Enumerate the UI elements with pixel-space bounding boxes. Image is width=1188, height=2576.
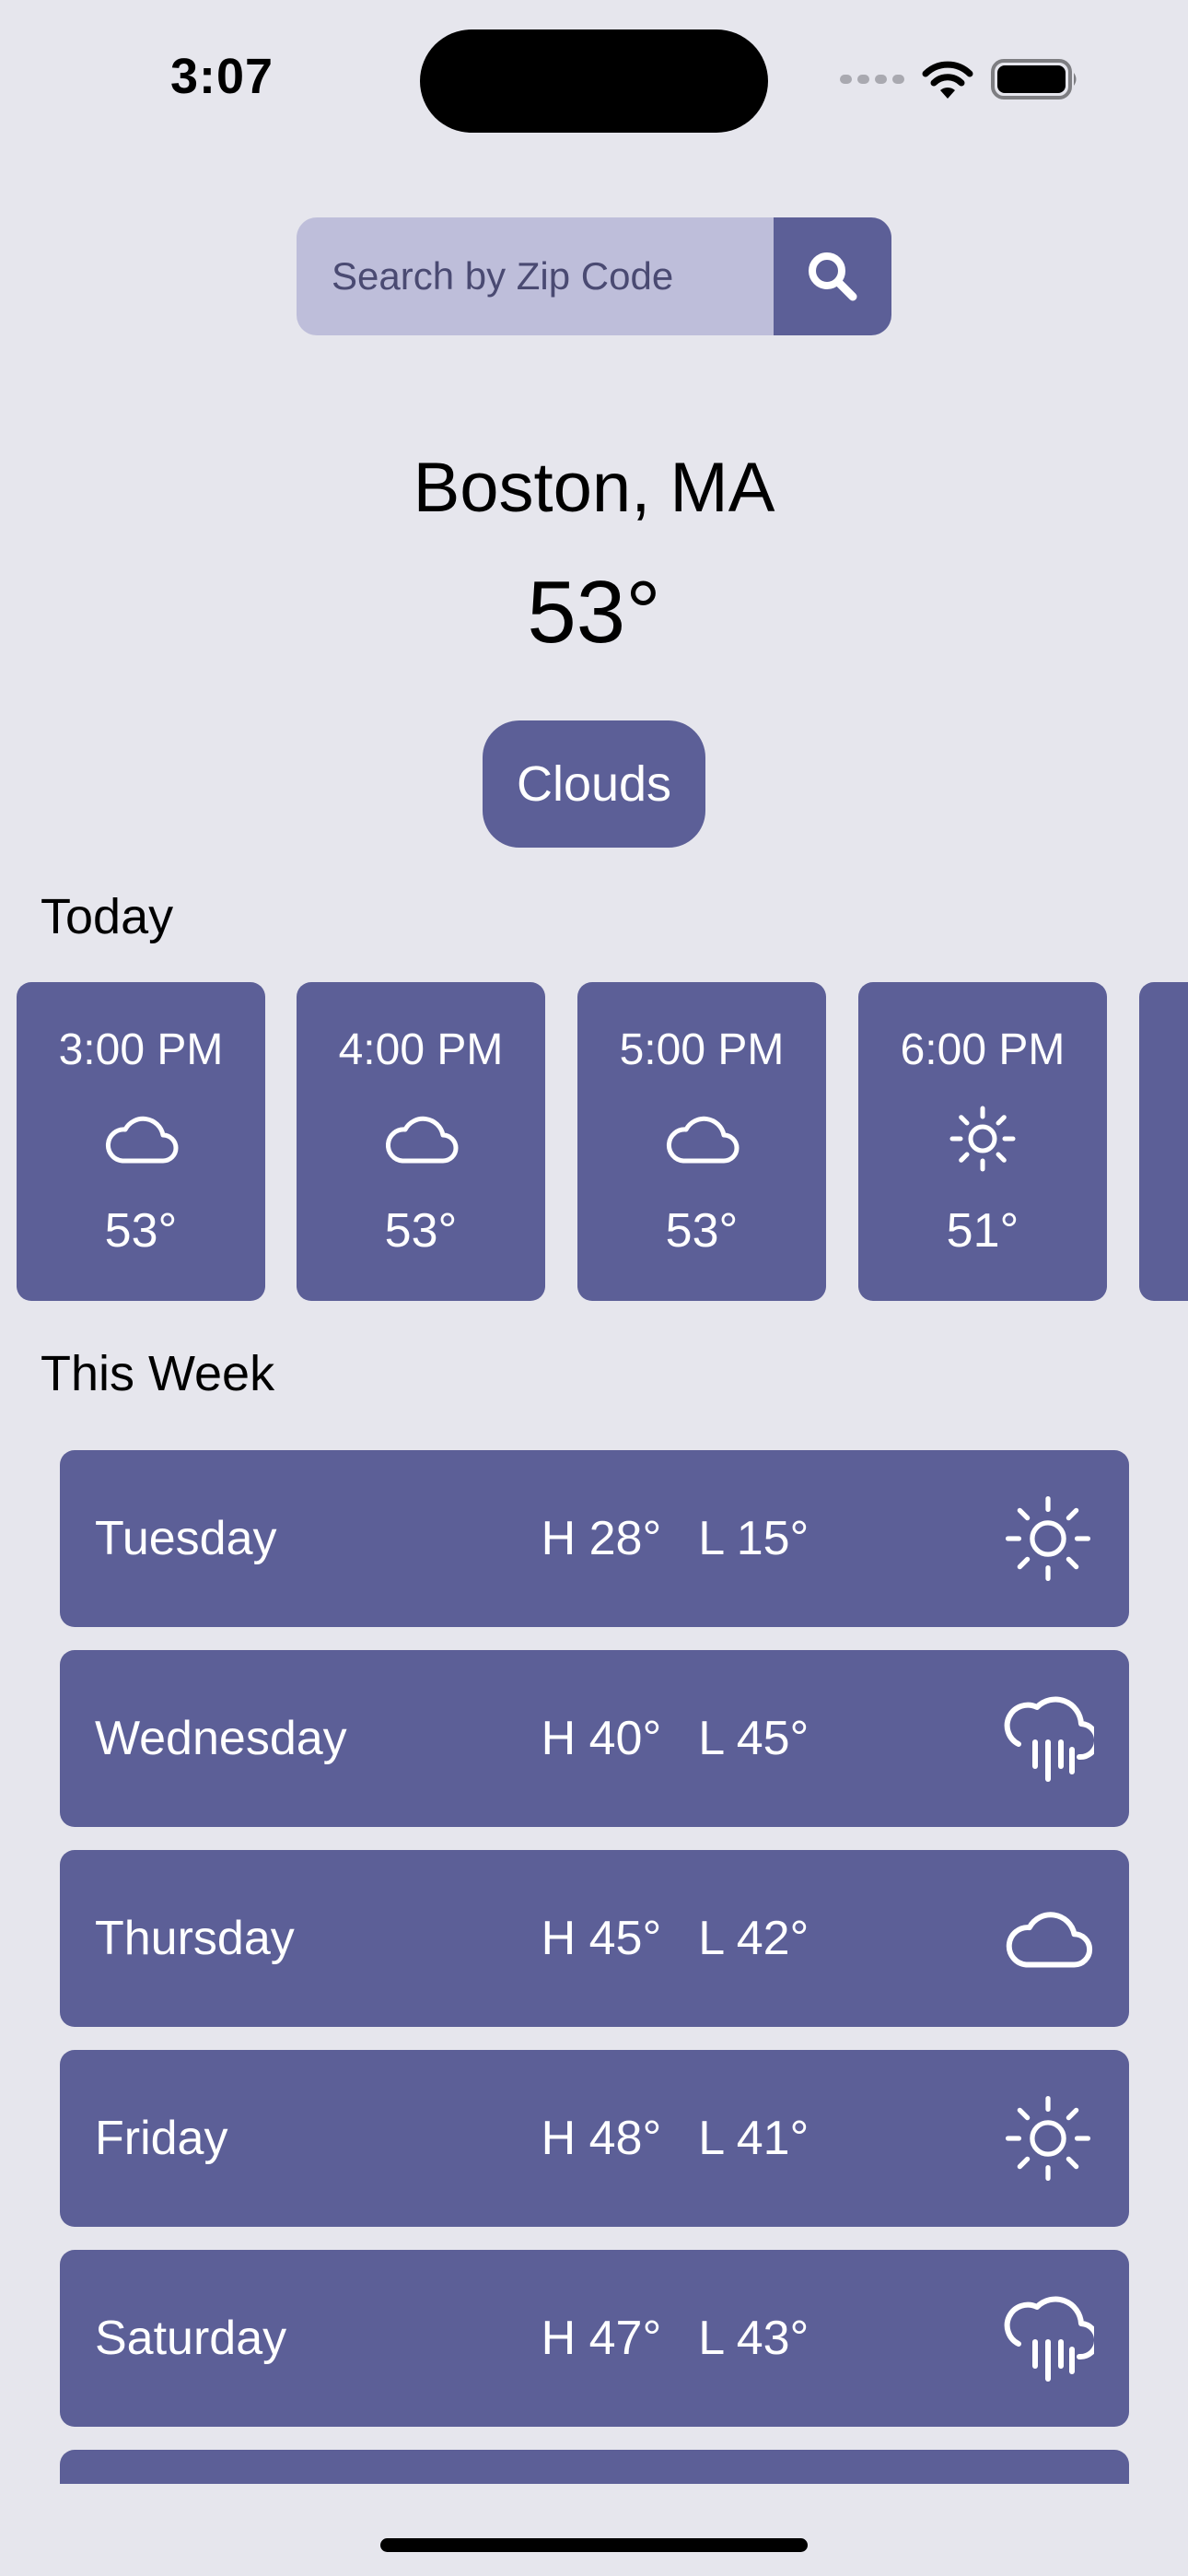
hour-time: 5:00 PM [619,1025,785,1074]
today-section-title: Today [41,889,174,944]
status-time: 3:07 [170,49,274,104]
home-indicator[interactable] [380,2538,808,2552]
rain-icon [1004,2296,1094,2382]
hourly-card: 3:00 PM 53° [17,982,265,1301]
day-name: Wednesday [95,1712,347,1765]
day-name: Tuesday [95,1512,277,1565]
hour-temperature: 53° [384,1204,458,1258]
high-temperature: H 48° [541,2112,662,2165]
hour-temperature: 53° [104,1204,178,1258]
dynamic-island [420,29,768,133]
hourly-card: 6:00 PM 51° [858,982,1107,1301]
day-row: Wednesday H 40° L 45° [60,1650,1129,1827]
day-name: Thursday [95,1912,295,1965]
city-name: Boston, MA [413,449,775,527]
day-name: Saturday [95,2312,287,2365]
battery-icon [991,59,1077,100]
high-temperature: H 45° [541,1912,662,1965]
high-temperature: H 47° [541,2312,662,2365]
high-temperature: H 40° [541,1712,662,1765]
low-temperature: L 15° [698,1512,809,1565]
day-row: Friday H 48° L 41° [60,2050,1129,2227]
day-row: Tuesday H 28° L 15° [60,1450,1129,1627]
hour-time: 3:00 PM [58,1025,224,1074]
weekly-forecast-list[interactable]: Tuesday H 28° L 15° Wednesday H 40° L 45… [0,1437,1188,2484]
status-bar: 3:07 [0,0,1188,157]
wifi-icon [922,61,973,99]
hour-time: 4:00 PM [338,1025,504,1074]
week-section-title: This Week [41,1346,275,1401]
sun-icon [1005,2095,1091,2182]
condition-badge: Clouds [483,720,705,848]
status-icons [840,55,1079,103]
cloud-icon [106,1116,179,1164]
search-button[interactable] [774,217,891,335]
hour-temperature: 51° [946,1204,1019,1258]
cloud-icon [667,1116,740,1164]
day-row-partial [60,2450,1129,2484]
low-temperature: L 42° [698,1912,809,1965]
cloud-icon [386,1116,459,1164]
hourly-card: 5:00 PM 53° [577,982,826,1301]
day-name: Friday [95,2112,228,2165]
day-row: Thursday H 45° L 42° [60,1850,1129,2027]
low-temperature: L 45° [698,1712,809,1765]
high-temperature: H 28° [541,1512,662,1565]
zip-code-search-input[interactable] [297,217,774,335]
hour-temperature: 53° [665,1204,739,1258]
zip-search-bar [297,217,891,335]
sun-icon [1005,1495,1091,1582]
low-temperature: L 41° [698,2112,809,2165]
cloud-icon [1006,1912,1093,1968]
cellular-signal-icon [840,75,904,84]
hourly-card: 4:00 PM 53° [297,982,545,1301]
hour-time: 6:00 PM [900,1025,1066,1074]
current-temperature: 53° [527,563,661,662]
hourly-card-partial [1139,982,1188,1301]
rain-icon [1004,1696,1094,1782]
hourly-forecast-scroller[interactable]: 3:00 PM 53° 4:00 PM 53° 5:00 PM 53° 6:00… [0,982,1188,1301]
day-row: Saturday H 47° L 43° [60,2250,1129,2427]
low-temperature: L 43° [698,2312,809,2365]
search-icon [809,252,857,301]
sun-icon [949,1106,1016,1172]
